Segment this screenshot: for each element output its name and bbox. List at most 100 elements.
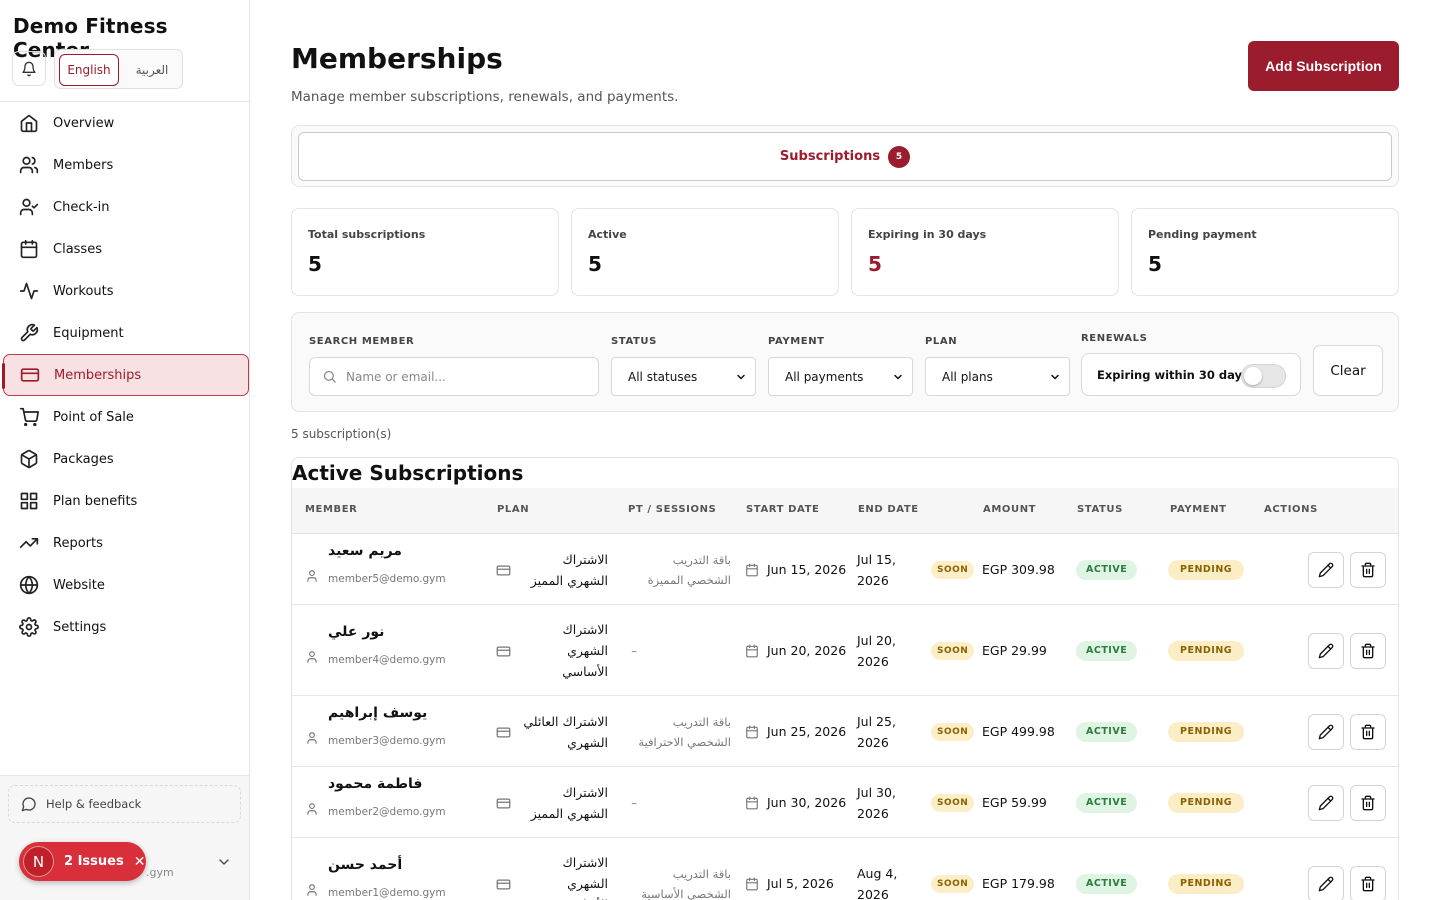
delete-button[interactable] — [1350, 632, 1386, 669]
trending-up-icon — [18, 532, 40, 554]
stat-value: 5 — [588, 252, 602, 276]
column-header: PAYMENT — [1170, 504, 1227, 515]
lang-english-button[interactable]: English — [59, 54, 119, 86]
plan-select-value: All plans — [942, 369, 993, 384]
results-count: 5 subscription(s) — [291, 427, 392, 441]
close-icon[interactable]: ✕ — [134, 854, 146, 870]
main-content: Memberships Manage member subscriptions,… — [250, 0, 1440, 900]
activity-icon — [18, 280, 40, 302]
payment-badge: PENDING — [1168, 559, 1245, 580]
edit-button[interactable] — [1308, 632, 1344, 669]
member-name[interactable]: مريم سعيد — [328, 543, 402, 559]
sidebar-item-point-of-sale[interactable]: Point of Sale — [3, 396, 249, 438]
lang-arabic-button[interactable]: العربية — [125, 54, 179, 86]
status-badge: ACTIVE — [1076, 792, 1138, 813]
credit-card-icon — [496, 877, 511, 892]
notifications-button[interactable] — [12, 51, 46, 86]
chevron-down-icon — [735, 371, 747, 386]
member-email: member4@demo.gym — [328, 653, 446, 666]
home-icon — [18, 112, 40, 134]
payment-select[interactable]: All payments — [768, 357, 913, 396]
payment-label: PAYMENT — [768, 336, 825, 347]
edit-button[interactable] — [1308, 551, 1344, 588]
sidebar-item-plan-benefits[interactable]: Plan benefits — [3, 480, 249, 522]
pencil-icon — [1318, 724, 1334, 740]
status-badge: ACTIVE — [1076, 559, 1138, 580]
users-icon — [18, 154, 40, 176]
column-header: PLAN — [497, 504, 530, 515]
plan-name: الاشتراك الشهري الأساسي — [562, 855, 608, 900]
search-input[interactable]: Name or email... — [309, 357, 599, 396]
member-name[interactable]: نور علي — [328, 624, 384, 640]
help-feedback-button[interactable]: Help & feedback — [8, 785, 241, 823]
plan-label: PLAN — [925, 336, 958, 347]
search-label: SEARCH MEMBER — [309, 336, 415, 347]
stat-label: Active — [588, 228, 627, 241]
end-date: Jul 20, 2026 — [857, 632, 896, 669]
stat-value: 5 — [308, 252, 322, 276]
trash-icon — [1360, 643, 1376, 659]
chevron-down-icon[interactable] — [216, 854, 232, 874]
member-name[interactable]: أحمد حسن — [328, 857, 402, 873]
pt-sessions: باقة التدريب الشخصي الأساسية — [641, 866, 731, 900]
wrench-icon — [18, 322, 40, 344]
edit-button[interactable] — [1308, 784, 1344, 821]
sidebar-item-settings[interactable]: Settings — [3, 606, 249, 648]
expiring-toggle[interactable] — [1241, 364, 1286, 388]
sidebar: Demo Fitness Center English العربية Over… — [0, 0, 250, 900]
user-icon — [305, 802, 319, 816]
member-name[interactable]: يوسف إبراهيم — [328, 705, 427, 721]
sidebar-item-equipment[interactable]: Equipment — [3, 312, 249, 354]
sidebar-item-overview[interactable]: Overview — [3, 102, 249, 144]
payment-badge: PENDING — [1168, 640, 1245, 661]
sidebar-item-label: Overview — [53, 115, 115, 131]
filters-panel: SEARCH MEMBER Name or email... STATUS Al… — [291, 312, 1399, 412]
search-placeholder: Name or email... — [346, 369, 446, 384]
delete-button[interactable] — [1350, 551, 1386, 588]
user-icon — [305, 650, 319, 664]
sidebar-item-label: Memberships — [54, 367, 142, 383]
clear-filters-button[interactable]: Clear — [1313, 345, 1383, 396]
credit-card-icon — [496, 725, 511, 740]
pencil-icon — [1318, 562, 1334, 578]
amount: EGP 309.98 — [982, 561, 1055, 577]
pt-sessions: باقة التدريب الشخصي المميزة — [647, 552, 731, 587]
expiring-soon-badge: SOON — [931, 641, 975, 660]
member-name[interactable]: فاطمة محمود — [328, 776, 422, 792]
sidebar-item-check-in[interactable]: Check-in — [3, 186, 249, 228]
plan-select[interactable]: All plans — [925, 357, 1070, 396]
column-header: START DATE — [746, 504, 820, 515]
delete-button[interactable] — [1350, 865, 1386, 900]
member-email: member5@demo.gym — [328, 572, 446, 585]
sidebar-item-workouts[interactable]: Workouts — [3, 270, 249, 312]
calendar-icon — [745, 877, 759, 891]
stat-card-expiring: Expiring in 30 days 5 — [851, 208, 1119, 296]
stat-label: Expiring in 30 days — [868, 228, 987, 241]
tab-count-badge: 5 — [888, 145, 911, 168]
sidebar-item-website[interactable]: Website — [3, 564, 249, 606]
calendar-icon — [745, 644, 759, 658]
sidebar-item-memberships[interactable]: Memberships — [2, 354, 249, 396]
chevron-down-icon — [892, 371, 904, 386]
edit-button[interactable] — [1308, 865, 1344, 900]
sidebar-item-reports[interactable]: Reports — [3, 522, 249, 564]
delete-button[interactable] — [1350, 713, 1386, 750]
issues-indicator[interactable]: N 2 Issues ✕ — [19, 842, 146, 881]
status-badge: ACTIVE — [1076, 873, 1138, 894]
credit-card-icon — [496, 644, 511, 659]
tab-subscriptions[interactable]: Subscriptions 5 — [298, 132, 1392, 181]
status-select[interactable]: All statuses — [611, 357, 756, 396]
grid-icon — [18, 490, 40, 512]
add-subscription-button[interactable]: Add Subscription — [1248, 41, 1399, 91]
sidebar-item-label: Packages — [53, 451, 114, 467]
expiring-soon-badge: SOON — [931, 722, 975, 741]
edit-button[interactable] — [1308, 713, 1344, 750]
amount: EGP 29.99 — [982, 642, 1047, 658]
table-row: مريم سعيد member5@demo.gym الاشتراك الشه… — [292, 534, 1398, 605]
end-date: Jul 15, 2026 — [857, 551, 896, 588]
sidebar-item-packages[interactable]: Packages — [3, 438, 249, 480]
sidebar-item-members[interactable]: Members — [3, 144, 249, 186]
delete-button[interactable] — [1350, 784, 1386, 821]
page-title: Memberships — [291, 42, 503, 75]
sidebar-item-classes[interactable]: Classes — [3, 228, 249, 270]
